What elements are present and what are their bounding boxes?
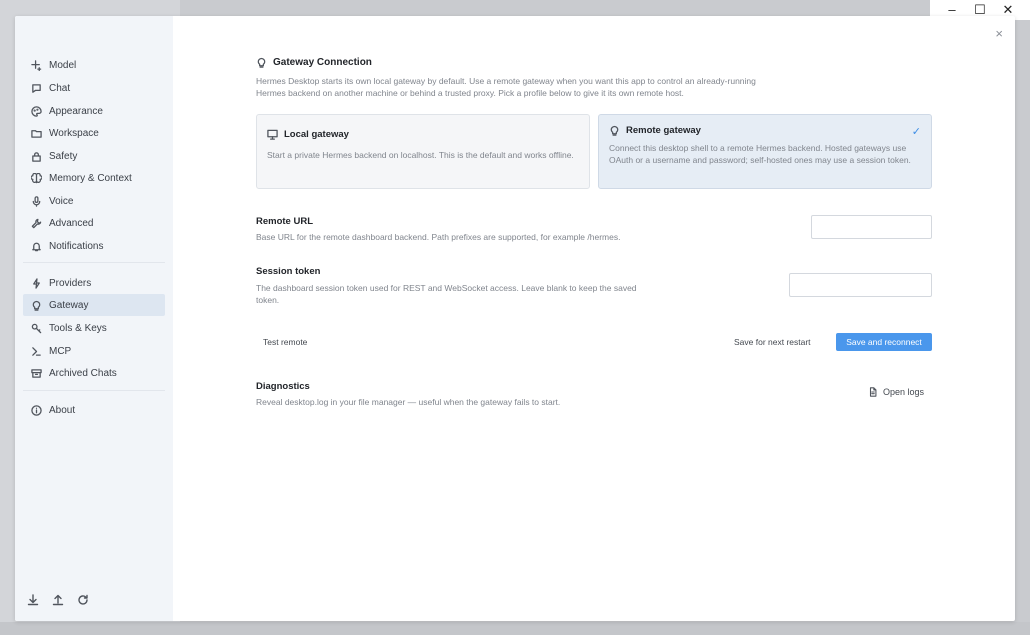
card-title: Local gateway [284,129,349,140]
sidebar-divider [23,390,165,391]
card-description: Connect this desktop shell to a remote H… [609,143,911,165]
sidebar-item-safety[interactable]: Safety [23,145,165,167]
session-token-input[interactable] [789,273,932,297]
diagnostics-label: Diagnostics [256,381,310,392]
monitor-icon [267,129,278,140]
session-token-label: Session token [256,266,321,277]
sidebar-item-advanced[interactable]: Advanced [23,212,165,234]
sidebar-item-voice[interactable]: Voice [23,190,165,212]
sidebar-item-model[interactable]: Model [23,54,165,76]
archive-icon [30,367,42,379]
sidebar-item-tools-keys[interactable]: Tools & Keys [23,317,165,339]
sidebar-item-mcp[interactable]: MCP [23,340,165,362]
sidebar-footer [27,594,90,607]
test-remote-button[interactable]: Test remote [263,337,307,347]
file-icon [869,387,877,397]
chat-bubble-icon [30,82,42,94]
sidebar-item-label: Model [49,59,77,71]
session-token-description: The dashboard session token used for RES… [256,283,637,305]
lightbulb-icon [257,57,266,68]
sidebar-item-label: Voice [49,195,74,207]
sidebar-item-label: Chat [49,82,71,94]
download-icon[interactable] [27,594,40,607]
lightbulb-icon [610,125,619,136]
dialog-close-button[interactable]: × [995,26,1003,41]
remote-url-label: Remote URL [256,216,314,227]
sidebar-item-label: Workspace [49,127,99,139]
sidebar-item-appearance[interactable]: Appearance [23,100,165,122]
sidebar-item-label: Appearance [49,105,103,117]
microphone-icon [30,195,42,207]
sidebar-item-label: Memory & Context [49,172,132,184]
lock-icon [30,150,42,162]
lightbulb-icon [30,299,42,311]
brain-icon [30,172,42,184]
page-description: Hermes Desktop starts its own local gate… [256,76,756,98]
sidebar-item-label: Advanced [49,217,94,229]
open-logs-button[interactable]: Open logs [868,387,924,397]
sidebar-divider [23,262,165,263]
sidebar-item-label: Providers [49,277,92,289]
sidebar-item-workspace[interactable]: Workspace [23,122,165,144]
local-gateway-card[interactable]: Local gateway Start a private Hermes bac… [256,114,590,189]
card-description: Start a private Hermes backend on localh… [267,150,574,160]
sidebar-item-memory-context[interactable]: Memory & Context [23,167,165,189]
settings-sidebar: Model Chat Appearance Workspace Safety M… [15,16,173,621]
card-title: Remote gateway [626,125,701,136]
server-icon [30,345,42,357]
palette-icon [30,105,42,117]
remote-url-input[interactable] [811,215,932,239]
key-icon [30,322,42,334]
settings-dialog: Model Chat Appearance Workspace Safety M… [15,16,1015,621]
background-statusbar [0,622,1030,635]
upload-icon[interactable] [52,594,65,607]
refresh-icon[interactable] [77,594,90,607]
save-reconnect-button[interactable]: Save and reconnect [836,333,932,351]
remote-gateway-card[interactable]: Remote gateway Connect this desktop shel… [598,114,932,189]
sidebar-item-gateway[interactable]: Gateway [23,294,165,316]
wrench-icon [30,217,42,229]
sidebar-item-providers[interactable]: Providers [23,272,165,294]
save-next-restart-button[interactable]: Save for next restart [734,337,811,347]
diagnostics-description: Reveal desktop.log in your file manager … [256,397,561,407]
sidebar-item-label: Tools & Keys [49,322,107,334]
sidebar-item-label: About [49,404,76,416]
plug-icon [30,277,42,289]
sidebar-item-label: Notifications [49,240,104,252]
sparkle-icon [30,59,42,71]
sidebar-item-chat[interactable]: Chat [23,77,165,99]
sidebar-item-label: Safety [49,150,78,162]
sidebar-item-notifications[interactable]: Notifications [23,235,165,257]
checkmark-icon: ✓ [911,126,921,138]
bell-icon [30,240,42,252]
sidebar-item-about[interactable]: About [23,399,165,421]
info-icon [30,404,42,416]
remote-url-description: Base URL for the remote dashboard backen… [256,232,621,242]
sidebar-item-label: Gateway [49,299,89,311]
sidebar-item-label: MCP [49,345,72,357]
sidebar-item-label: Archived Chats [49,367,117,379]
folder-icon [30,127,42,139]
sidebar-item-archived-chats[interactable]: Archived Chats [23,362,165,384]
page-title: Gateway Connection [256,57,372,68]
